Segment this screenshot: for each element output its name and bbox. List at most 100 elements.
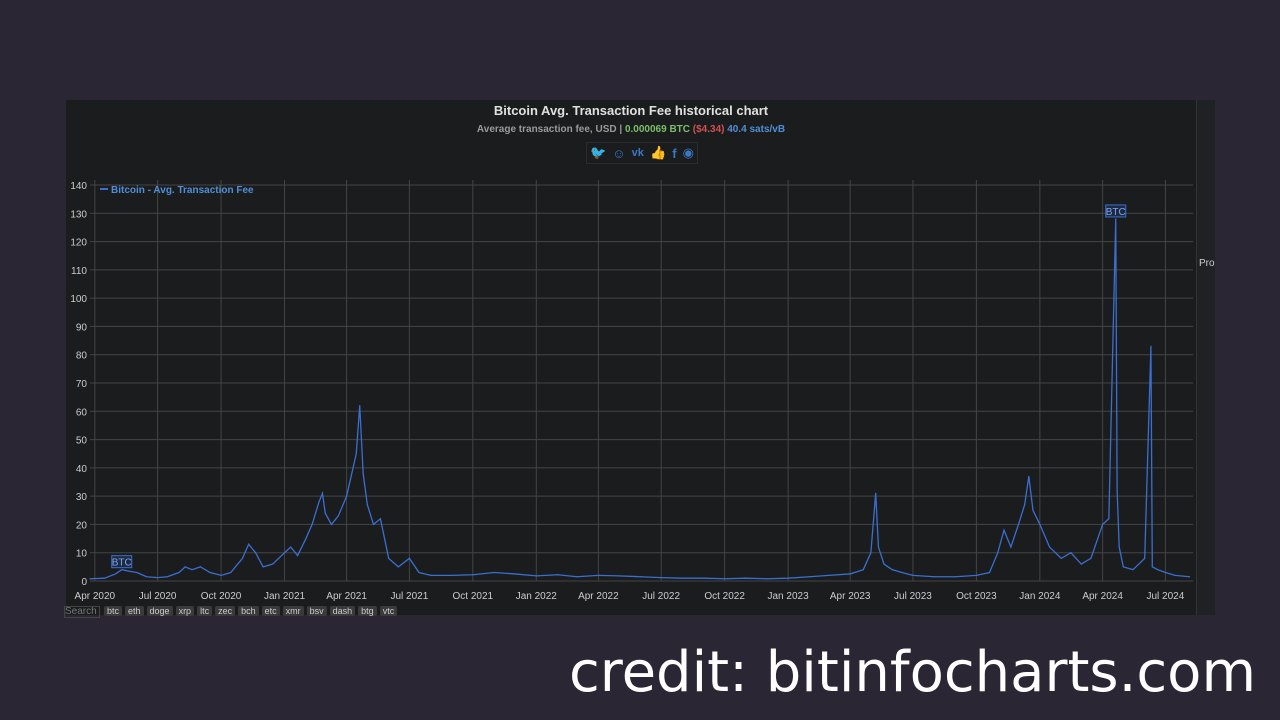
data-point — [703, 577, 705, 579]
data-point — [576, 576, 578, 578]
data-point — [1010, 546, 1012, 548]
data-point — [849, 573, 851, 575]
x-tick-label: Jan 2024 — [1019, 591, 1061, 602]
pro-tab[interactable]: Pro — [1199, 258, 1215, 269]
x-tick-label: Jul 2021 — [390, 591, 428, 602]
data-point — [199, 566, 201, 568]
annotation-label: BTC — [1106, 207, 1126, 218]
coin-buttons: btc eth doge xrp ltc zec bch etc xmr bsv dash btg vt… — [104, 606, 398, 616]
data-point — [828, 574, 830, 576]
x-tick-label: Apr 2021 — [326, 591, 367, 602]
coin-button-xrp[interactable]: xrp — [175, 606, 195, 616]
x-tick-label: Jan 2023 — [768, 591, 810, 602]
data-point — [89, 578, 91, 580]
data-point — [1039, 523, 1041, 526]
y-tick-label: 40 — [76, 464, 88, 475]
data-point — [1090, 557, 1092, 559]
coin-button-bsv[interactable]: bsv — [306, 606, 327, 616]
data-point — [787, 577, 789, 579]
legend-label: Bitcoin - Avg. Transaction Fee — [111, 185, 254, 196]
data-point — [241, 557, 244, 559]
coin-button-zec[interactable]: zec — [215, 606, 236, 616]
coin-button-btg[interactable]: btg — [358, 606, 377, 616]
data-point — [321, 492, 324, 494]
chart-panel: Bitcoin Avg. Transaction Fee historical … — [64, 100, 1215, 618]
x-tick-label: Oct 2021 — [453, 591, 494, 602]
y-tick-label: 30 — [76, 492, 88, 503]
data-point — [191, 569, 193, 571]
data-point — [639, 576, 642, 578]
y-tick-label: 100 — [70, 294, 87, 305]
x-tick-label: Jan 2022 — [516, 591, 558, 602]
data-point — [178, 571, 180, 574]
data-point — [1116, 489, 1118, 492]
data-point — [1115, 218, 1117, 220]
data-point — [230, 571, 232, 574]
data-point — [451, 574, 453, 576]
coin-button-eth[interactable]: eth — [125, 606, 144, 616]
search-input[interactable]: Search — [64, 606, 100, 618]
coin-button-doge[interactable]: doge — [146, 606, 173, 616]
x-tick-label: Jul 2022 — [642, 591, 680, 602]
data-point — [283, 552, 286, 554]
data-point — [388, 557, 390, 559]
data-point — [557, 574, 559, 576]
data-point — [254, 552, 257, 554]
data-point — [337, 515, 339, 517]
data-point — [397, 566, 399, 568]
data-point — [493, 571, 495, 574]
annotation-label: BTC — [112, 558, 132, 569]
data-point — [379, 518, 382, 520]
x-tick-label: Oct 2020 — [201, 591, 242, 602]
coin-button-dash[interactable]: dash — [329, 606, 356, 616]
data-point — [330, 523, 333, 526]
data-point — [103, 577, 106, 579]
coin-button-vtc[interactable]: vtc — [379, 606, 398, 616]
data-point — [870, 552, 872, 554]
coin-button-bch[interactable]: bch — [238, 606, 259, 616]
data-point — [359, 405, 361, 407]
data-point — [955, 576, 957, 578]
data-point — [1048, 546, 1051, 548]
data-point — [472, 574, 474, 576]
data-point — [262, 566, 264, 568]
chart-svg: 0 10 20 30 40 50 60 70 80 90 100 110 120 130 140 Apr 20… — [70, 180, 1193, 602]
data-point — [346, 495, 348, 497]
data-point — [418, 571, 420, 574]
y-tick-label: 20 — [76, 520, 88, 531]
data-point — [901, 571, 903, 574]
data-point — [136, 571, 138, 574]
data-point — [1144, 557, 1146, 559]
data-point — [1188, 576, 1191, 578]
data-point — [305, 537, 307, 540]
data-point — [1102, 523, 1104, 526]
data-point — [1028, 475, 1030, 477]
data-point — [933, 576, 935, 578]
y-tick-label: 80 — [76, 351, 88, 362]
x-tick-label: Oct 2023 — [956, 591, 997, 602]
data-point — [290, 546, 292, 548]
data-point — [1024, 504, 1026, 506]
data-point — [220, 574, 222, 576]
x-tick-label: Jul 2023 — [894, 591, 932, 602]
x-tick-label: Apr 2024 — [1082, 591, 1123, 602]
x-tick-label: Jan 2021 — [264, 591, 306, 602]
x-tick-label: Apr 2023 — [830, 591, 871, 602]
coin-button-etc[interactable]: etc — [261, 606, 280, 616]
data-point — [166, 576, 168, 578]
data-point — [121, 569, 123, 571]
data-point — [1122, 566, 1124, 568]
data-point — [430, 574, 432, 576]
data-point — [975, 574, 978, 576]
data-point — [1108, 518, 1110, 520]
data-point — [408, 557, 410, 559]
coin-button-xmr[interactable]: xmr — [282, 606, 304, 616]
data-point — [114, 573, 117, 575]
data-point — [891, 569, 893, 571]
data-point — [1118, 546, 1120, 548]
coin-button-btc[interactable]: btc — [104, 606, 123, 616]
data-point — [862, 569, 864, 571]
data-point — [1151, 566, 1153, 568]
coin-button-ltc[interactable]: ltc — [197, 606, 213, 616]
data-point — [362, 472, 364, 475]
